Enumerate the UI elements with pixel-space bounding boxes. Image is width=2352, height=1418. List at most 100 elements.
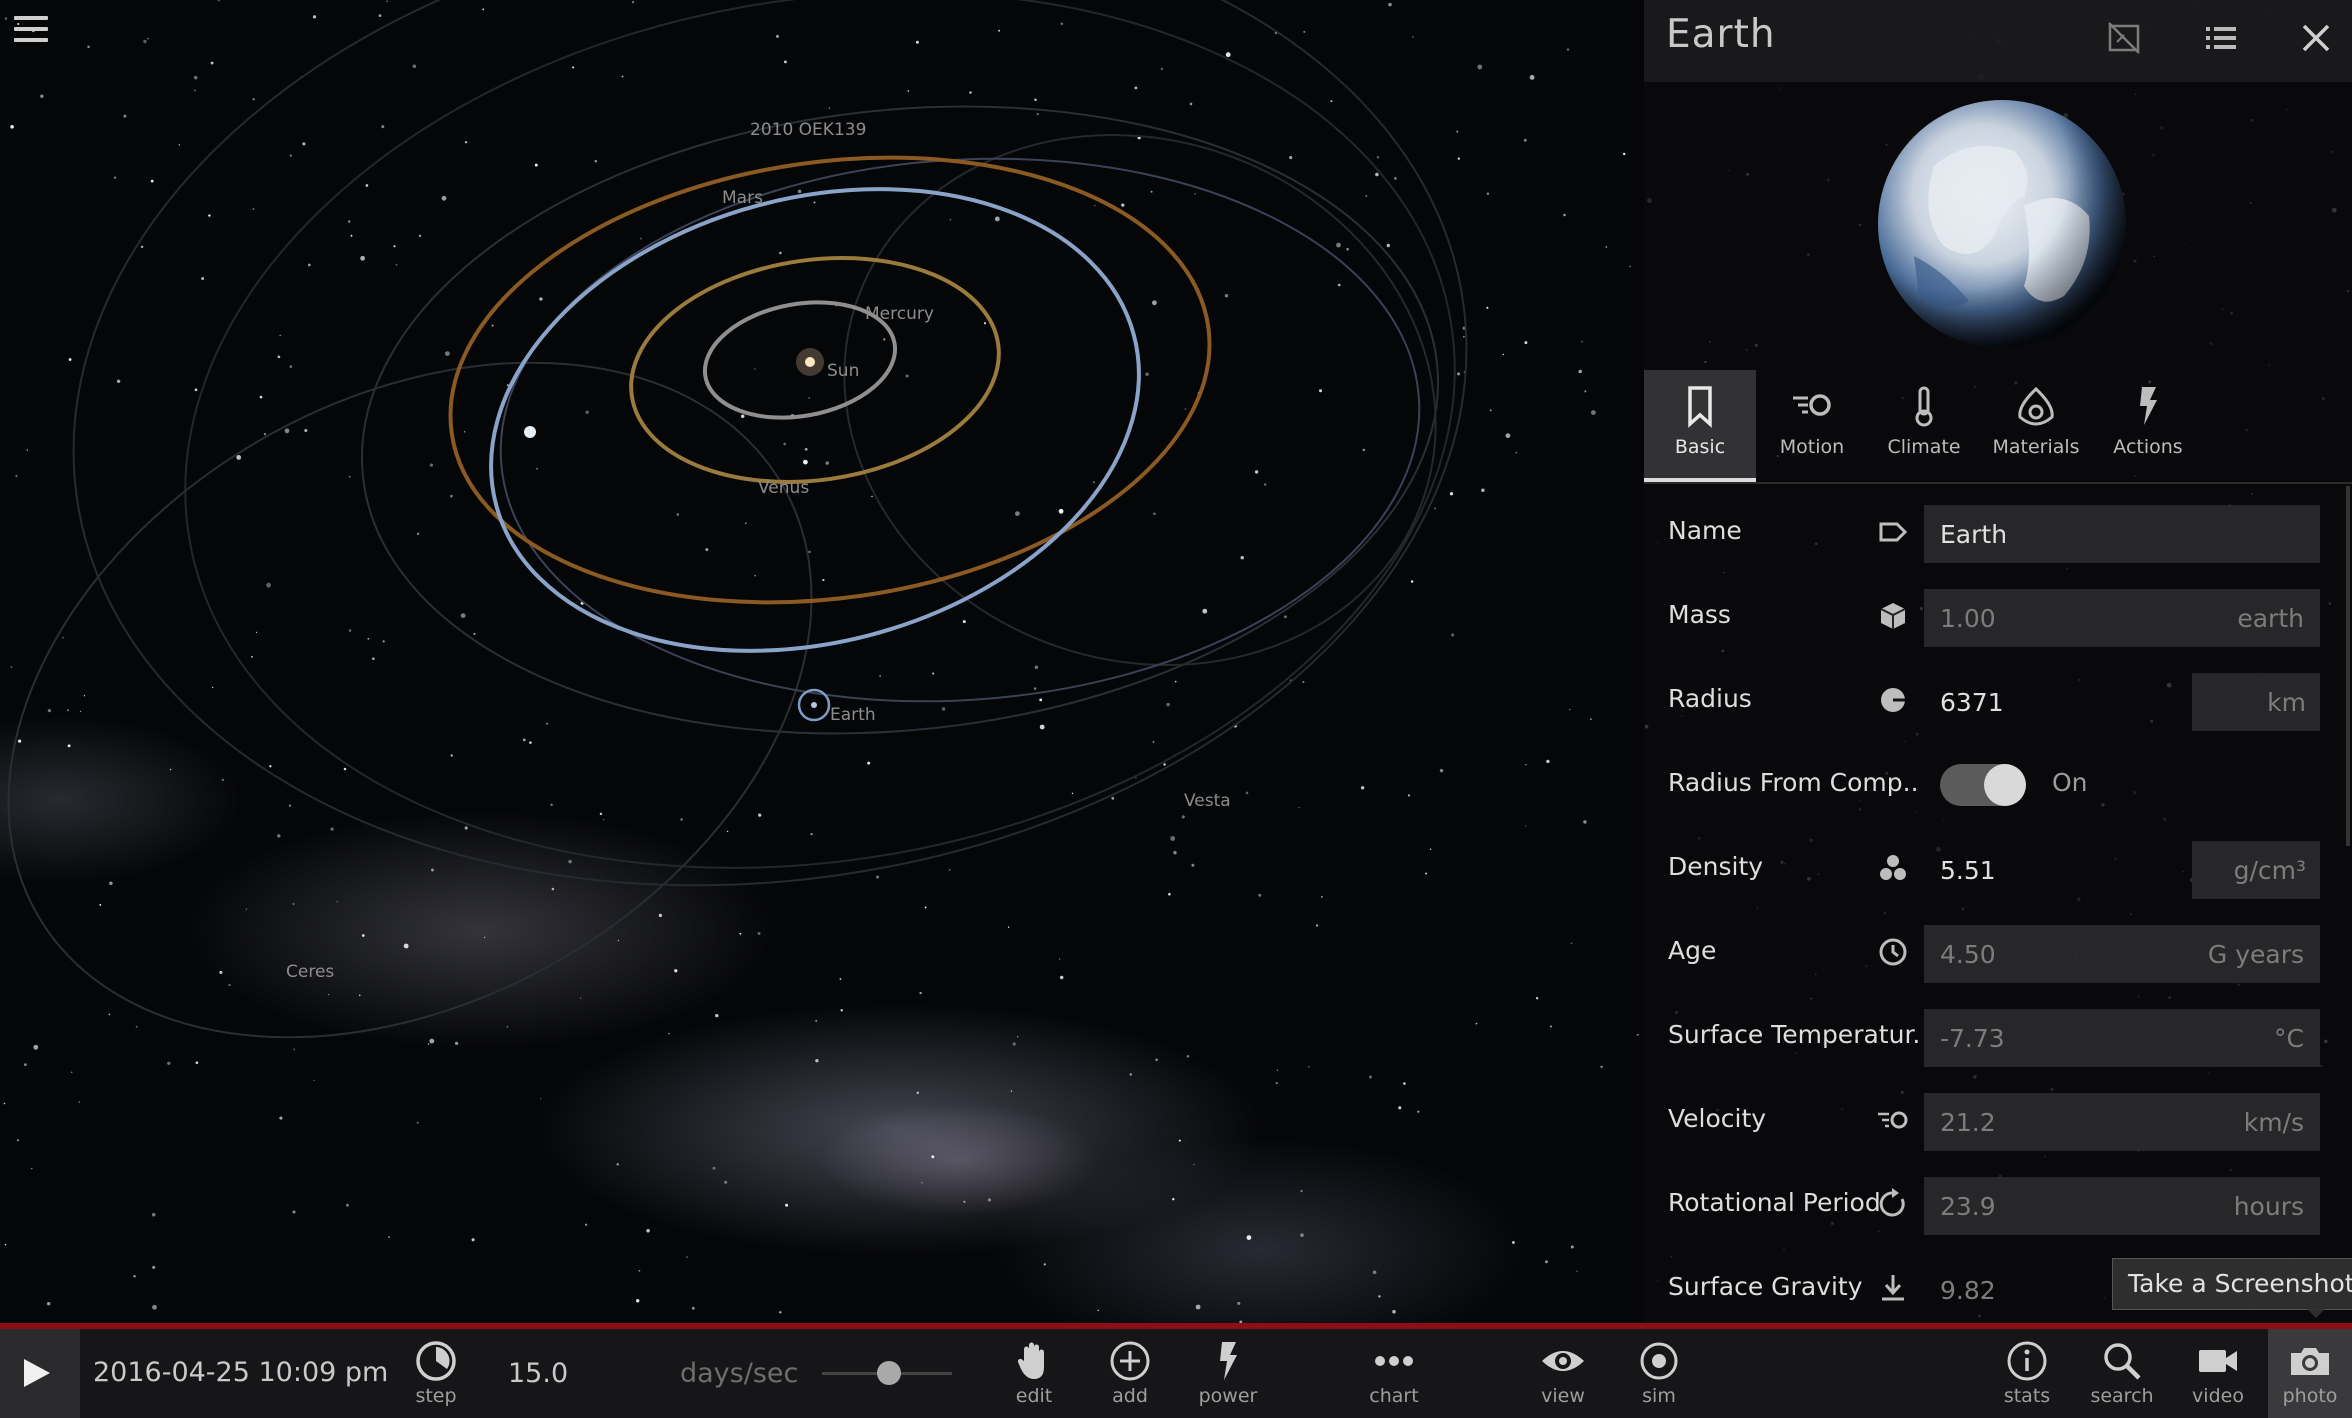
simulation-datetime[interactable]: 2016-04-25 10:09 pm xyxy=(93,1357,388,1388)
name-field[interactable]: Earth xyxy=(1924,505,2320,563)
field-unit: g/cm³ xyxy=(2233,856,2306,885)
bottom-toolbar: 2016-04-25 10:09 pm step 15.0 days/sec e… xyxy=(0,1329,2352,1418)
time-rate-slider[interactable] xyxy=(822,1361,952,1385)
step-button[interactable]: step xyxy=(390,1329,482,1418)
property-row-mass: Mass 1.00 earth xyxy=(1644,582,2352,650)
hand-icon xyxy=(1017,1342,1044,1379)
gravity-icon xyxy=(1882,1275,1904,1301)
no-screenshot-icon[interactable] xyxy=(2104,18,2144,58)
tab-label: Materials xyxy=(1992,436,2080,458)
property-row-density: Density 5.51 g/cm³ xyxy=(1644,834,2352,902)
rotational-period-field[interactable]: 23.9 hours xyxy=(1924,1177,2320,1235)
motion-icon xyxy=(1878,1111,1908,1129)
ceres-label: Ceres xyxy=(286,962,334,982)
panel-scrollbar[interactable] xyxy=(2346,486,2350,846)
time-rate-value[interactable]: 15.0 xyxy=(508,1358,568,1389)
outer-orbit xyxy=(184,0,1456,869)
power-button[interactable]: power xyxy=(1182,1329,1274,1418)
cube-icon xyxy=(1880,603,1906,629)
plus-circle-icon xyxy=(1110,1341,1150,1381)
density-field[interactable]: 5.51 g/cm³ xyxy=(1924,841,2320,899)
eye-icon xyxy=(1542,1351,1584,1371)
play-button[interactable] xyxy=(0,1329,80,1418)
property-label: Radius From Comp... xyxy=(1668,768,1920,797)
field-unit: hours xyxy=(2233,1192,2304,1221)
tab-basic[interactable]: Basic xyxy=(1644,370,1756,482)
clock-icon xyxy=(1879,938,1907,966)
play-icon xyxy=(24,1359,50,1387)
sun[interactable] xyxy=(805,357,815,367)
tab-motion[interactable]: Motion xyxy=(1756,370,1868,482)
list-icon[interactable] xyxy=(2200,18,2240,58)
mercury-label: Mercury xyxy=(865,304,934,324)
step-icon xyxy=(416,1341,456,1381)
materials-icon xyxy=(2018,386,2054,426)
earth-label: Earth xyxy=(830,705,876,725)
camera-icon xyxy=(2291,1348,2329,1375)
target-icon xyxy=(1640,1342,1678,1380)
tool-label: photo xyxy=(2282,1385,2338,1407)
add-button[interactable]: add xyxy=(1084,1329,1176,1418)
property-row-rotational-period: Rotational Period 23.9 hours xyxy=(1644,1170,2352,1238)
tab-label: Actions xyxy=(2113,436,2183,458)
radius-field[interactable]: 6371 km xyxy=(1924,673,2320,731)
velocity-field[interactable]: 21.2 km/s xyxy=(1924,1093,2320,1151)
tab-climate[interactable]: Climate xyxy=(1868,370,1980,482)
asteroid-label: 2010 OEK139 xyxy=(750,120,866,140)
tab-label: Motion xyxy=(1779,436,1845,458)
earth-orbit xyxy=(489,187,1141,653)
view-button[interactable]: view xyxy=(1517,1329,1609,1418)
age-field[interactable]: 4.50 G years xyxy=(1924,925,2320,983)
close-icon[interactable] xyxy=(2296,18,2336,58)
edit-button[interactable]: edit xyxy=(988,1329,1080,1418)
density-icon xyxy=(1880,855,1906,880)
jupiter-dot[interactable] xyxy=(524,426,536,438)
info-icon xyxy=(2007,1341,2047,1381)
tab-materials[interactable]: Materials xyxy=(1980,370,2092,482)
tool-label: stats xyxy=(2003,1385,2051,1407)
photo-button[interactable]: photo xyxy=(2268,1329,2352,1418)
chart-button[interactable]: chart xyxy=(1348,1329,1440,1418)
property-row-radius-from-comp: Radius From Comp... On xyxy=(1644,750,2352,818)
tool-label: power xyxy=(1198,1385,1258,1407)
mars-label: Mars xyxy=(722,188,763,208)
toggle-state: On xyxy=(2052,768,2088,797)
vesta-label: Vesta xyxy=(1184,791,1231,811)
mass-field[interactable]: 1.00 earth xyxy=(1924,589,2320,647)
video-button[interactable]: video xyxy=(2172,1329,2264,1418)
panel-header: Earth xyxy=(1644,0,2352,82)
tool-label: chart xyxy=(1369,1385,1419,1407)
tool-label: view xyxy=(1541,1385,1585,1407)
field-value: 9.82 xyxy=(1940,1276,1996,1305)
tag-icon xyxy=(1879,522,1908,542)
thermometer-icon xyxy=(1915,386,1933,427)
tool-label: edit xyxy=(1015,1385,1053,1407)
property-row-radius: Radius 6371 km xyxy=(1644,666,2352,734)
tool-label: video xyxy=(2192,1385,2244,1407)
field-unit: km xyxy=(2267,688,2306,717)
bookmark-icon xyxy=(1688,386,1712,428)
time-rate-unit: days/sec xyxy=(680,1358,799,1389)
earth-dot[interactable] xyxy=(811,702,817,708)
property-row-name: Name Earth xyxy=(1644,498,2352,566)
ceres-orbit xyxy=(7,361,813,1039)
magnifier-icon xyxy=(2104,1343,2141,1380)
field-value: 6371 xyxy=(1940,688,2004,717)
tool-label: search xyxy=(2090,1385,2154,1407)
property-row-velocity: Velocity 21.2 km/s xyxy=(1644,1086,2352,1154)
radius-from-comp-toggle[interactable] xyxy=(1940,764,2026,806)
stats-button[interactable]: stats xyxy=(1981,1329,2073,1418)
search-button[interactable]: search xyxy=(2076,1329,2168,1418)
tool-label: add xyxy=(1112,1385,1148,1407)
planet-preview-globe[interactable] xyxy=(1874,96,2130,352)
rotate-icon xyxy=(1879,1188,1905,1217)
sim-button[interactable]: sim xyxy=(1613,1329,1705,1418)
tab-actions[interactable]: Actions xyxy=(2092,370,2204,482)
surface-temperature-field[interactable]: -7.73 °C xyxy=(1924,1009,2320,1067)
field-value: 1.00 xyxy=(1940,604,1996,633)
field-unit: °C xyxy=(2274,1024,2304,1053)
hamburger-menu-icon[interactable] xyxy=(14,16,48,46)
screenshot-tooltip: Take a Screenshot xyxy=(2112,1258,2352,1310)
lightning-icon xyxy=(1220,1342,1237,1380)
field-value: -7.73 xyxy=(1940,1024,2005,1053)
